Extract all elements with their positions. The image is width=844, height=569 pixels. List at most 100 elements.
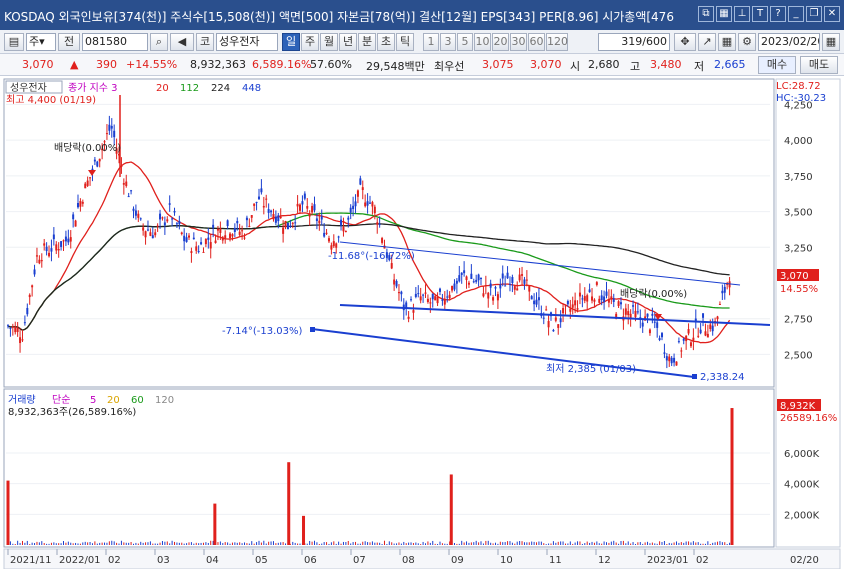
candle-body	[323, 232, 326, 237]
current-price-tag-text: 3,070	[780, 271, 809, 282]
x-axis-label: 02	[108, 555, 121, 566]
candle-body	[663, 352, 666, 354]
grid-icon[interactable]: ▦	[716, 6, 732, 22]
candle-body	[378, 224, 381, 226]
sell-button[interactable]: 매도	[800, 56, 838, 74]
minute-button[interactable]: 1	[423, 33, 439, 51]
candle-body	[76, 203, 79, 208]
candle-body	[612, 298, 615, 302]
legend-ma-item: 224	[211, 83, 230, 94]
minute-button[interactable]: 10	[474, 33, 491, 51]
link-icon[interactable]: ⧉	[698, 6, 714, 22]
period-button[interactable]: 분	[358, 33, 376, 51]
candle-body	[84, 183, 87, 189]
minimize-icon[interactable]: _	[788, 6, 804, 22]
minute-button[interactable]: 3	[440, 33, 456, 51]
candle-body	[467, 282, 470, 285]
candle-body	[419, 296, 422, 301]
help-icon[interactable]: ?	[770, 6, 786, 22]
candle-body	[634, 310, 637, 318]
text-icon[interactable]: T	[752, 6, 768, 22]
calendar-icon[interactable]: ▦	[822, 33, 840, 51]
candle-body	[255, 201, 258, 203]
window-title: KOSDAQ 외국인보유[374(천)] 주식수[15,508(천)] 액면[5…	[4, 10, 674, 24]
volume-spike-bar	[287, 462, 291, 545]
x-axis-label: 02	[696, 555, 709, 566]
candle-body	[108, 124, 111, 131]
volume-spike-bar	[449, 474, 453, 545]
stock-code-input[interactable]: 081580	[82, 33, 148, 51]
candle-body	[460, 272, 463, 275]
period-button[interactable]: 일	[282, 33, 300, 51]
pin-icon[interactable]: ⊥	[734, 6, 750, 22]
candle-body	[238, 231, 241, 235]
minute-button[interactable]: 5	[457, 33, 473, 51]
candle-body	[547, 321, 550, 328]
minute-button[interactable]: 60	[528, 33, 545, 51]
candle-body	[356, 190, 359, 197]
period-button[interactable]: 틱	[396, 33, 414, 51]
volume-axis-tick: 2,000K	[784, 510, 820, 521]
candle-body	[60, 241, 63, 247]
candle-body	[257, 196, 260, 200]
candle-body	[308, 213, 311, 217]
minute-button[interactable]: 20	[492, 33, 509, 51]
candle-body	[518, 274, 521, 281]
candle-body	[23, 322, 26, 324]
period-button[interactable]: 월	[320, 33, 338, 51]
trend-label-2: -7.14°(-13.03%)	[222, 326, 303, 337]
candle-body	[557, 324, 560, 328]
min-price-label: 최저 2,385 (01/03)	[546, 363, 636, 375]
candle-body	[303, 193, 306, 199]
stock-chart[interactable]: 성우전자 종가 지수 3 20 112 224 448 최고 4,400 (01/19…	[0, 77, 844, 569]
period-button[interactable]: 주	[301, 33, 319, 51]
trend-icon[interactable]: ↗	[698, 33, 716, 51]
candle-body	[617, 301, 620, 306]
candle-body	[533, 300, 536, 305]
candle-body	[250, 215, 253, 218]
market-button[interactable]: 코	[196, 33, 214, 51]
candle-body	[704, 331, 707, 336]
prev-button[interactable]: 전	[58, 33, 80, 51]
close-icon[interactable]: ✕	[824, 6, 840, 22]
minute-button[interactable]: 120	[546, 33, 568, 51]
table-icon[interactable]: ▦	[718, 33, 736, 51]
candle-body	[260, 188, 263, 193]
tools-icon[interactable]: ✥	[674, 33, 696, 51]
buy-button[interactable]: 매수	[758, 56, 796, 74]
search-icon[interactable]: ⌕	[150, 33, 168, 51]
type-select[interactable]: 주▾	[26, 33, 56, 51]
restore-icon[interactable]: ❐	[806, 6, 822, 22]
candle-body	[407, 316, 410, 319]
chart-area[interactable]: 성우전자 종가 지수 3 20 112 224 448 최고 4,400 (01/19…	[0, 77, 844, 569]
volume-pct: 6,589.16%	[252, 58, 312, 71]
grid-menu-icon[interactable]: ▤	[4, 33, 24, 51]
candle-body	[43, 243, 46, 246]
candle-body	[110, 125, 113, 129]
sound-icon[interactable]: ◀	[170, 33, 194, 51]
candle-body	[424, 292, 427, 294]
data-count[interactable]: 319/600	[598, 33, 670, 51]
candle-body	[197, 251, 200, 253]
candle-body	[641, 322, 644, 327]
x-axis-right-label: 02/20	[790, 555, 819, 566]
candle-body	[113, 130, 116, 138]
candle-body	[19, 337, 22, 344]
candle-body	[542, 317, 545, 319]
period-button[interactable]: 년	[339, 33, 357, 51]
date-input[interactable]: 2023/02/20	[758, 33, 820, 51]
candle-body	[38, 259, 41, 264]
candle-body	[270, 210, 273, 213]
legend-ma-item: 112	[180, 83, 199, 94]
candle-body	[139, 218, 142, 220]
candle-body	[253, 203, 256, 206]
candle-body	[127, 196, 130, 198]
candle-body	[545, 309, 548, 311]
candle-body	[229, 233, 232, 239]
settings-icon[interactable]: ⚙	[738, 33, 756, 51]
candle-body	[610, 296, 613, 299]
candle-body	[21, 339, 24, 341]
period-button[interactable]: 초	[377, 33, 395, 51]
minute-button[interactable]: 30	[510, 33, 527, 51]
candle-body	[33, 269, 36, 275]
